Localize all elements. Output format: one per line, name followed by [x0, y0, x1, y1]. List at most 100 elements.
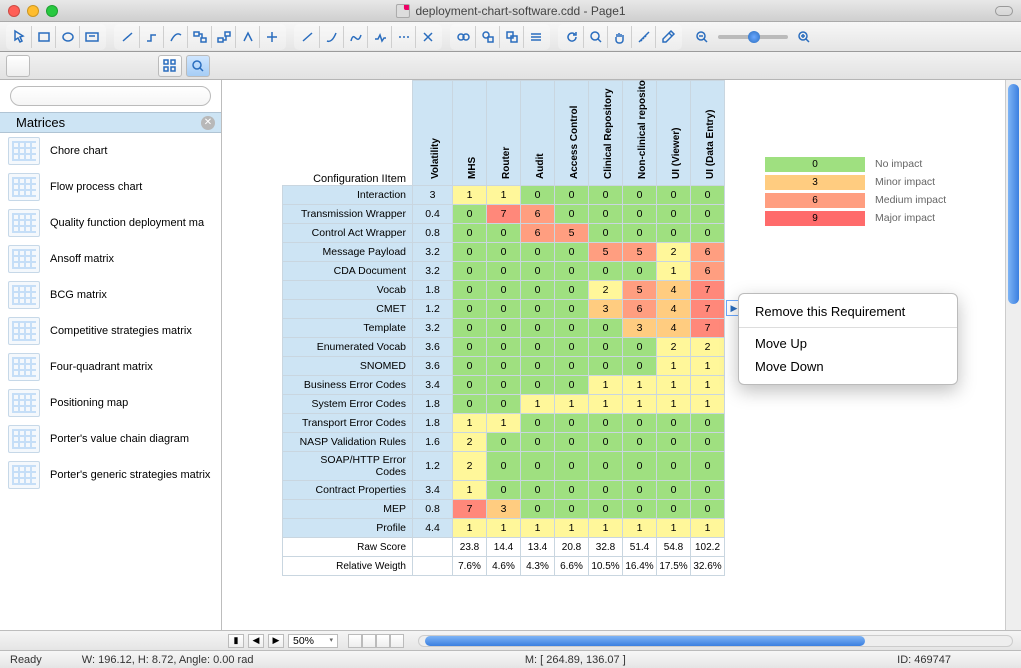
matrix-cell[interactable]: 0: [521, 300, 555, 319]
matrix-cell[interactable]: 0: [555, 338, 589, 357]
matrix-cell[interactable]: 0: [521, 433, 555, 452]
sidebar-item-2[interactable]: Quality function deployment ma: [0, 205, 221, 241]
minimize-window-button[interactable]: [27, 5, 39, 17]
connector-tool-1[interactable]: [116, 26, 140, 48]
sidebar-search-input[interactable]: [10, 86, 211, 106]
matrix-cell[interactable]: 2: [657, 338, 691, 357]
matrix-cell[interactable]: 6: [521, 205, 555, 224]
matrix-cell[interactable]: 0: [555, 205, 589, 224]
page-tab-2[interactable]: [362, 634, 376, 648]
matrix-cell[interactable]: 7: [691, 319, 725, 338]
matrix-cell[interactable]: 0: [589, 500, 623, 519]
arrange-tool-2[interactable]: [476, 26, 500, 48]
matrix-cell[interactable]: 0: [487, 262, 521, 281]
library-btn-1[interactable]: [6, 55, 30, 77]
menu-move-down[interactable]: Move Down: [739, 355, 957, 378]
matrix-cell[interactable]: 3: [487, 500, 521, 519]
arrange-tool-3[interactable]: [500, 26, 524, 48]
zoom-slider[interactable]: [718, 35, 788, 39]
pointer-tool[interactable]: [8, 26, 32, 48]
sidebar-item-6[interactable]: Four-quadrant matrix: [0, 349, 221, 385]
matrix-cell[interactable]: 5: [623, 243, 657, 262]
matrix-cell[interactable]: 2: [657, 243, 691, 262]
matrix-cell[interactable]: 0: [453, 205, 487, 224]
matrix-cell[interactable]: 0: [555, 452, 589, 481]
matrix-cell[interactable]: 1: [691, 357, 725, 376]
curve-tool-1[interactable]: [296, 26, 320, 48]
matrix-cell[interactable]: 0: [623, 481, 657, 500]
matrix-cell[interactable]: 6: [691, 262, 725, 281]
matrix-cell[interactable]: 0: [657, 481, 691, 500]
matrix-cell[interactable]: 0: [521, 319, 555, 338]
matrix-cell[interactable]: 7: [487, 205, 521, 224]
connector-tool-3[interactable]: [164, 26, 188, 48]
matrix-cell[interactable]: 1: [657, 376, 691, 395]
connector-tool-6[interactable]: [236, 26, 260, 48]
matrix-cell[interactable]: 7: [691, 300, 725, 319]
page-stop-button[interactable]: ▮: [228, 634, 244, 648]
matrix-cell[interactable]: 0: [555, 186, 589, 205]
sidebar-item-4[interactable]: BCG matrix: [0, 277, 221, 313]
text-box-tool[interactable]: [80, 26, 104, 48]
matrix-cell[interactable]: 0: [691, 500, 725, 519]
matrix-cell[interactable]: 1: [453, 481, 487, 500]
matrix-cell[interactable]: 0: [487, 319, 521, 338]
matrix-cell[interactable]: 0: [487, 224, 521, 243]
close-window-button[interactable]: [8, 5, 20, 17]
matrix-cell[interactable]: 0: [487, 300, 521, 319]
matrix-cell[interactable]: 6: [691, 243, 725, 262]
matrix-cell[interactable]: 5: [623, 281, 657, 300]
matrix-cell[interactable]: 1: [657, 519, 691, 538]
matrix-cell[interactable]: 6: [521, 224, 555, 243]
matrix-cell[interactable]: 0: [453, 262, 487, 281]
matrix-cell[interactable]: 0: [555, 262, 589, 281]
matrix-cell[interactable]: 0: [589, 338, 623, 357]
sidebar-item-5[interactable]: Competitive strategies matrix: [0, 313, 221, 349]
zoom-out-icon[interactable]: [690, 26, 714, 48]
matrix-cell[interactable]: 0: [623, 205, 657, 224]
matrix-cell[interactable]: 2: [453, 433, 487, 452]
matrix-cell[interactable]: 0: [555, 500, 589, 519]
connector-tool-7[interactable]: [260, 26, 284, 48]
matrix-cell[interactable]: 1: [555, 395, 589, 414]
sidebar-item-9[interactable]: Porter's generic strategies matrix: [0, 457, 221, 493]
matrix-cell[interactable]: 0: [691, 452, 725, 481]
matrix-cell[interactable]: 0: [487, 452, 521, 481]
matrix-cell[interactable]: 0: [657, 224, 691, 243]
arrange-tool-1[interactable]: [452, 26, 476, 48]
zoom-tool[interactable]: [584, 26, 608, 48]
matrix-cell[interactable]: 1: [623, 395, 657, 414]
matrix-cell[interactable]: 1: [521, 395, 555, 414]
matrix-cell[interactable]: 0: [521, 243, 555, 262]
curve-tool-3[interactable]: [344, 26, 368, 48]
titlebar-pill-button[interactable]: [995, 6, 1013, 16]
matrix-cell[interactable]: 0: [623, 414, 657, 433]
panel-close-icon[interactable]: ✕: [201, 116, 215, 130]
sidebar-item-0[interactable]: Chore chart: [0, 133, 221, 169]
matrix-cell[interactable]: 0: [589, 262, 623, 281]
zoom-slider-thumb[interactable]: [748, 31, 760, 43]
matrix-cell[interactable]: 1: [453, 414, 487, 433]
curve-tool-6[interactable]: [416, 26, 440, 48]
matrix-cell[interactable]: 3: [589, 300, 623, 319]
matrix-cell[interactable]: 4: [657, 300, 691, 319]
matrix-cell[interactable]: 0: [691, 433, 725, 452]
matrix-cell[interactable]: 0: [453, 300, 487, 319]
refresh-tool[interactable]: [560, 26, 584, 48]
zoom-in-icon[interactable]: [792, 26, 816, 48]
matrix-cell[interactable]: 0: [555, 376, 589, 395]
matrix-cell[interactable]: 0: [453, 281, 487, 300]
menu-move-up[interactable]: Move Up: [739, 332, 957, 355]
matrix-cell[interactable]: 0: [623, 262, 657, 281]
matrix-cell[interactable]: 0: [623, 186, 657, 205]
matrix-cell[interactable]: 0: [487, 433, 521, 452]
connector-tool-5[interactable]: [212, 26, 236, 48]
matrix-cell[interactable]: 0: [487, 395, 521, 414]
matrix-cell[interactable]: 0: [521, 414, 555, 433]
matrix-cell[interactable]: 0: [555, 300, 589, 319]
matrix-cell[interactable]: 0: [691, 186, 725, 205]
zoom-window-button[interactable]: [46, 5, 58, 17]
matrix-cell[interactable]: 0: [521, 500, 555, 519]
matrix-cell[interactable]: 0: [555, 281, 589, 300]
page-next-button[interactable]: ▶: [268, 634, 284, 648]
